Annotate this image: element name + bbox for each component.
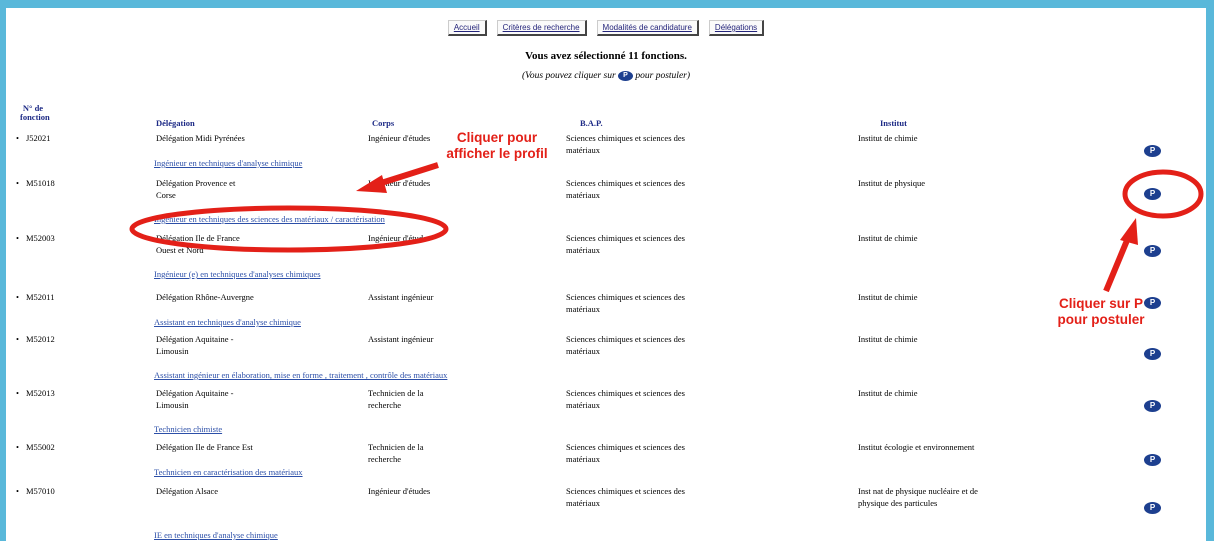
profile-annotation-text: Cliquer pour afficher le profil [446, 130, 548, 161]
annotation-layer [129, 162, 1204, 293]
apply-arrowhead [1120, 218, 1138, 245]
profile-highlight-ellipse [129, 205, 449, 253]
postuler-highlight-ellipse [1122, 169, 1204, 219]
profile-arrowhead [356, 175, 387, 193]
profile-arrow [377, 162, 439, 187]
apply-arrow [1103, 236, 1131, 293]
page-frame: Accueil Critères de recherche Modalités … [6, 8, 1206, 541]
apply-annotation-text: Cliquer sur P pour postuler [1057, 296, 1145, 327]
